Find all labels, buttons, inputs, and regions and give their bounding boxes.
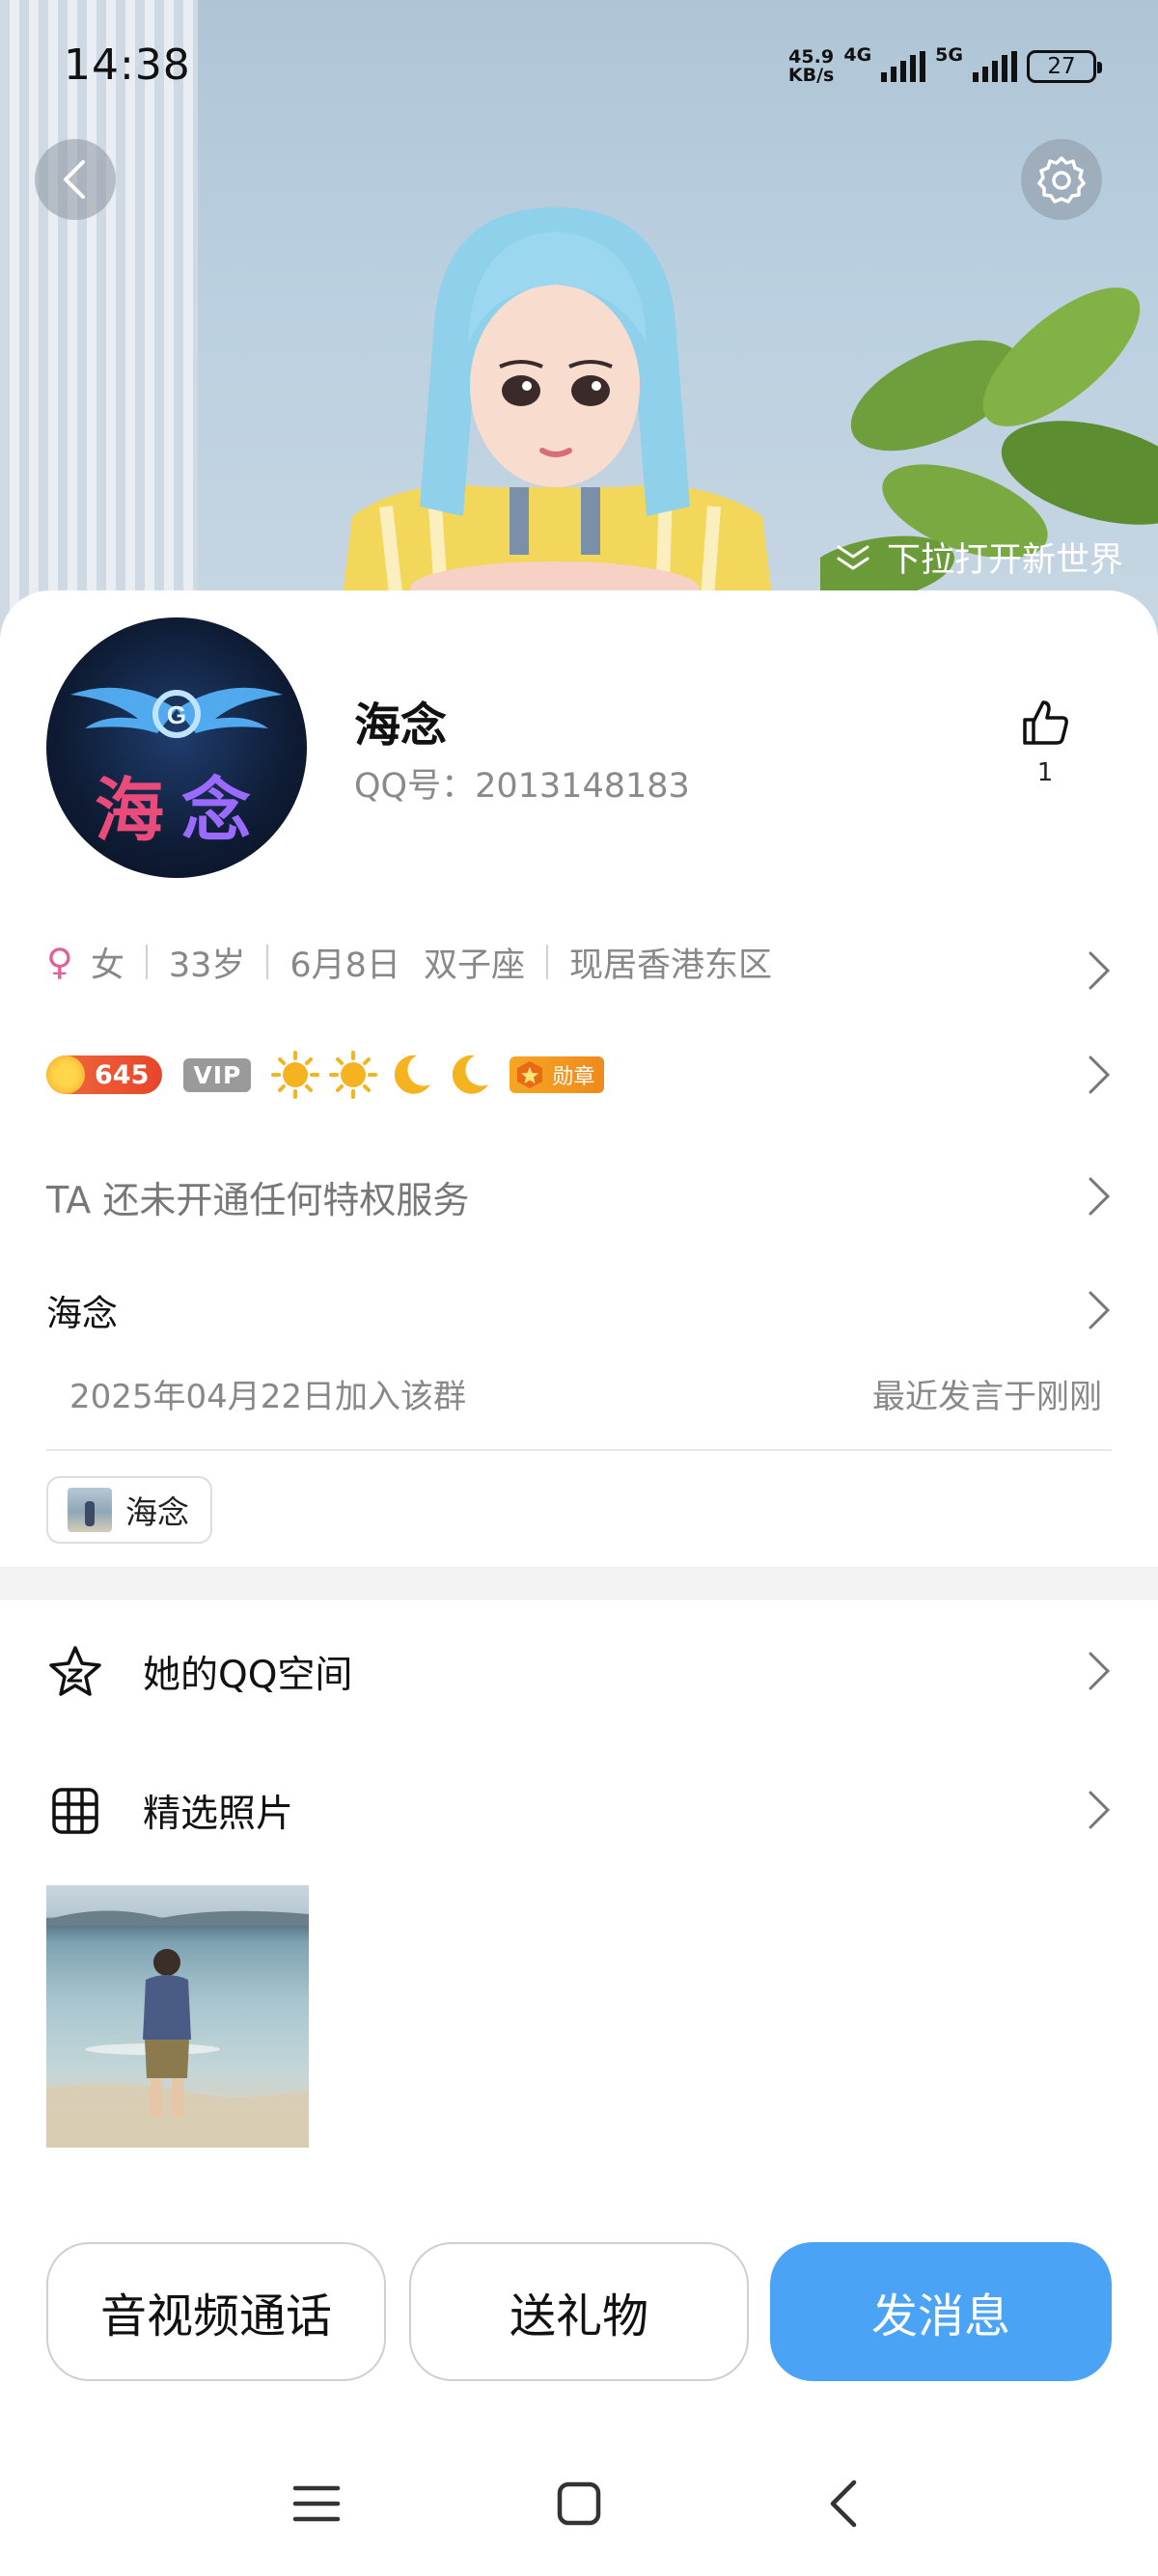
tag-label: 海念 — [125, 1494, 189, 1531]
group-activity-info: 2025年04月22日加入该群 最近发言于刚刚 — [69, 1370, 1102, 1417]
moon-icon — [395, 1055, 431, 1094]
sun-icon — [271, 1051, 320, 1099]
qzone-label: 她的QQ空间 — [143, 1654, 353, 1697]
group-join-date: 2025年04月22日加入该群 — [69, 1378, 467, 1416]
medal-label: 勋章 — [552, 1065, 595, 1089]
chevron-right-icon — [1089, 1177, 1111, 1216]
like-button[interactable]: 1 — [1013, 697, 1077, 787]
basic-info-row[interactable]: ♀ 女 33岁 6月8日 双子座 现居香港东区 — [46, 938, 1112, 990]
pull-down-hint[interactable]: 下拉打开新世界 — [835, 533, 1123, 582]
menu-icon — [292, 2485, 341, 2522]
beach-boy-illustration — [46, 1910, 309, 2148]
battery-level: 27 — [1047, 54, 1076, 79]
thumbs-up-icon — [1023, 700, 1068, 745]
tag-thumbnail — [68, 1488, 112, 1532]
send-message-button[interactable]: 发消息 — [770, 2242, 1112, 2381]
settings-button[interactable] — [1021, 139, 1102, 220]
sun-icon — [329, 1051, 378, 1099]
chevron-right-icon — [1089, 951, 1111, 990]
group-nickname-row[interactable]: 海念 — [46, 1283, 1112, 1337]
badges-row[interactable]: 645 VIP 勋章 — [46, 1046, 1112, 1104]
privilege-text: TA 还未开通任何特权服务 — [46, 1178, 470, 1221]
system-navigation-bar — [0, 2451, 1158, 2557]
group-tag[interactable]: 海念 — [46, 1476, 212, 1544]
chevron-right-icon — [1089, 1791, 1111, 1829]
zodiac: 双子座 — [423, 945, 525, 985]
svg-text:海: 海 — [95, 770, 164, 851]
last-spoke: 最近发言于刚刚 — [872, 1378, 1102, 1416]
home-button[interactable] — [545, 2470, 613, 2537]
pull-down-hint-text: 下拉打开新世界 — [886, 541, 1123, 580]
age: 33岁 — [168, 945, 246, 985]
gender: 女 — [90, 945, 124, 985]
separator — [545, 945, 548, 979]
coin-level: 645 — [95, 1059, 150, 1090]
battery-icon: 27 — [1027, 50, 1102, 83]
sim1-type: 4G — [843, 44, 872, 66]
female-icon: ♀ — [46, 941, 73, 983]
moon-icon — [453, 1055, 489, 1094]
sim2-type: 5G — [935, 44, 963, 66]
grid-icon — [46, 1782, 104, 1840]
av-call-button[interactable]: 音视频通话 — [46, 2242, 386, 2381]
separator — [266, 945, 269, 979]
back-button[interactable] — [35, 139, 116, 220]
featured-photo-thumbnail[interactable] — [46, 1885, 309, 2148]
star-medal-icon — [517, 1061, 543, 1088]
featured-photos-label: 精选照片 — [143, 1793, 294, 1836]
network-speed: 45.9 KB/s — [787, 46, 835, 86]
double-chevron-down-icon — [837, 545, 869, 569]
profile-cover-banner[interactable]: 14:38 45.9 KB/s 4G 5G 27 下拉打开新世界 — [0, 0, 1158, 637]
send-gift-button[interactable]: 送礼物 — [409, 2242, 749, 2381]
status-time: 14:38 — [64, 41, 191, 90]
settings-icon — [1037, 156, 1086, 204]
profile-name: 海念 — [354, 699, 448, 753]
like-count: 1 — [1036, 758, 1054, 787]
medal-badge: 勋章 — [510, 1056, 605, 1093]
qzone-star-icon — [46, 1643, 104, 1701]
system-back-button[interactable] — [809, 2470, 876, 2537]
separator — [145, 945, 148, 979]
back-icon — [64, 160, 85, 199]
square-home-icon — [557, 2481, 601, 2526]
qq-number: QQ号：2013148183 — [354, 767, 690, 806]
location: 现居香港东区 — [568, 945, 772, 985]
privilege-row[interactable]: TA 还未开通任何特权服务 — [46, 1167, 1112, 1225]
vip-badge: VIP — [183, 1057, 252, 1092]
status-bar: 14:38 45.9 KB/s 4G 5G 27 — [0, 0, 1158, 135]
section-separator — [0, 1567, 1158, 1600]
avatar[interactable]: G 海 念 — [46, 617, 307, 878]
signal-strength-icon — [881, 51, 926, 82]
chevron-right-icon — [1089, 1055, 1111, 1094]
group-nickname: 海念 — [46, 1293, 118, 1334]
coin-icon — [46, 1055, 85, 1094]
signal-strength-icon — [973, 51, 1017, 82]
back-triangle-icon — [830, 2480, 857, 2528]
cover-character-illustration — [338, 207, 777, 637]
svg-text:G: G — [167, 700, 186, 729]
qzone-row[interactable]: 她的QQ空间 — [46, 1638, 1112, 1706]
status-indicators: 45.9 KB/s 4G 5G 27 — [787, 44, 1102, 89]
avatar-logo-art: G 海 念 — [70, 687, 283, 851]
birthday: 6月8日 — [290, 945, 400, 985]
recent-apps-button[interactable] — [283, 2470, 350, 2537]
divider — [46, 1449, 1112, 1451]
chevron-right-icon — [1089, 1652, 1111, 1690]
svg-text:念: 念 — [181, 770, 251, 851]
chevron-right-icon — [1089, 1291, 1111, 1329]
featured-photos-row[interactable]: 精选照片 — [46, 1777, 1112, 1845]
coin-level-badge: 645 — [46, 1055, 163, 1094]
